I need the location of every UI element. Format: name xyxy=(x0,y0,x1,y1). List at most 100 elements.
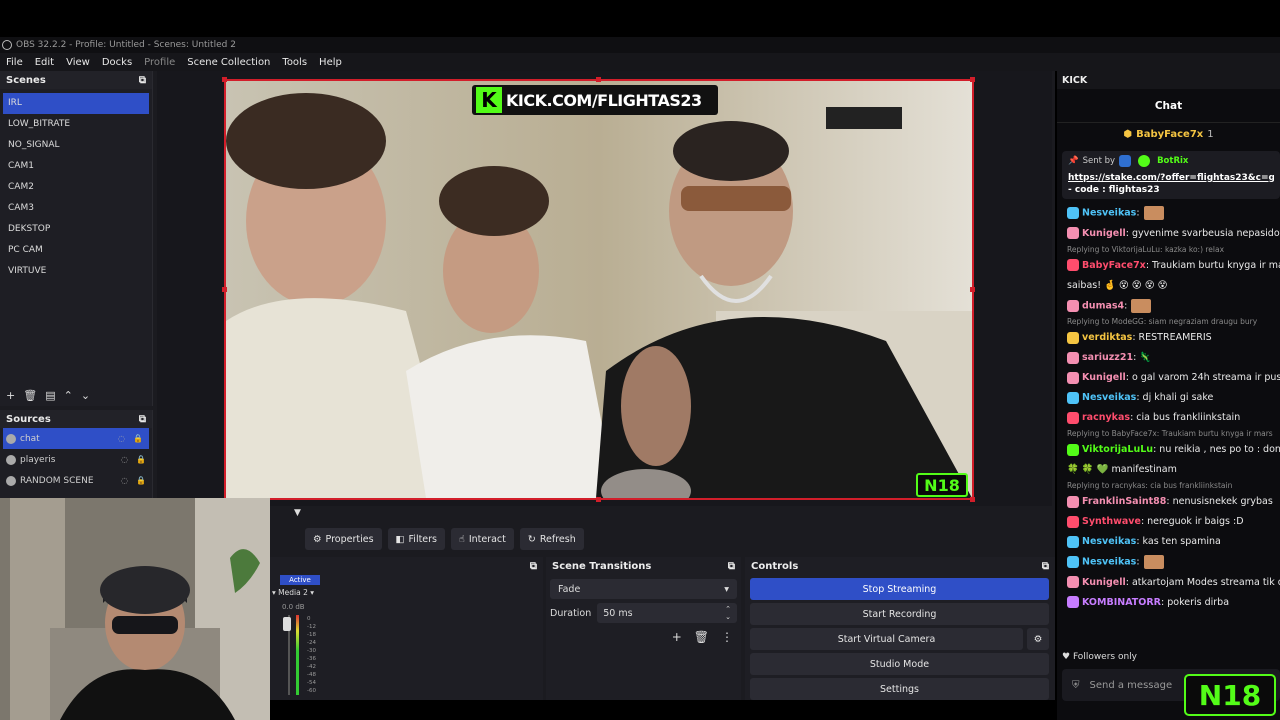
resize-handle[interactable] xyxy=(596,497,601,502)
chat-message[interactable]: dumas4: xyxy=(1057,296,1280,317)
chat-username[interactable]: dumas4 xyxy=(1082,300,1124,311)
add-scene-icon[interactable]: + xyxy=(6,389,15,402)
remove-scene-icon[interactable]: 🗑 xyxy=(23,389,37,402)
lock-icon[interactable]: 🔒 xyxy=(136,476,146,485)
virtual-camera-settings-icon[interactable]: ⚙ xyxy=(1027,628,1049,650)
resize-handle[interactable] xyxy=(222,287,227,292)
chat-message[interactable]: sariuzz21: 🦎 xyxy=(1057,348,1280,368)
chat-message[interactable]: Nesveikas: kas ten spamina xyxy=(1057,532,1280,552)
lock-icon[interactable]: 🔒 xyxy=(133,434,143,443)
properties-button[interactable]: ⚙ Properties xyxy=(305,528,382,550)
menu-view[interactable]: View xyxy=(60,57,96,68)
menu-scene-collection[interactable]: Scene Collection xyxy=(181,57,276,68)
chat-username[interactable]: sariuzz21 xyxy=(1082,352,1133,363)
volume-fader-handle[interactable] xyxy=(283,617,291,631)
chat-message[interactable]: ViktorijaLuLu: nu reikia , nes po to : d… xyxy=(1057,440,1280,460)
chat-username[interactable]: FranklinSaint88 xyxy=(1082,496,1166,507)
chat-username[interactable]: verdiktas xyxy=(1082,332,1132,343)
menu-file[interactable]: File xyxy=(0,57,29,68)
chat-username[interactable]: ViktorijaLuLu xyxy=(1082,444,1153,455)
scene-item-pc-cam[interactable]: PC CAM xyxy=(0,240,152,261)
scene-item-cam1[interactable]: CAM1 xyxy=(0,156,152,177)
resize-handle[interactable] xyxy=(970,287,975,292)
start-recording-button[interactable]: Start Recording xyxy=(750,603,1049,625)
add-transition-icon[interactable]: + xyxy=(672,630,682,644)
mixer-channel-name[interactable]: ▾ Media 2 ▾ xyxy=(272,588,314,597)
interact-button[interactable]: ☝ Interact xyxy=(451,528,514,550)
lock-icon[interactable]: 🔒 xyxy=(136,455,146,464)
filters-button[interactable]: ◧ Filters xyxy=(387,528,446,550)
source-item-playeris[interactable]: playeris ◌ 🔒 xyxy=(0,449,152,470)
chat-username[interactable]: racnykas xyxy=(1082,412,1130,423)
scene-item-low-bitrate[interactable]: LOW_BITRATE xyxy=(0,114,152,135)
duration-spinbox[interactable]: 50 ms ⌃ ⌄ xyxy=(597,603,737,623)
scene-filters-icon[interactable]: ▤ xyxy=(45,389,55,402)
source-item-random-scene[interactable]: RANDOM SCENE ◌ 🔒 xyxy=(0,470,152,491)
dropdown-arrow-icon[interactable]: ▼ xyxy=(294,508,301,518)
visibility-icon[interactable]: ◌ xyxy=(121,476,128,485)
chat-message[interactable]: KOMBINATORR: pokeris dirba xyxy=(1057,593,1280,613)
undock-icon[interactable]: ⧉ xyxy=(530,561,537,572)
chat-message[interactable]: Synthwave: nereguok ir baigs :D xyxy=(1057,512,1280,532)
menu-docks[interactable]: Docks xyxy=(96,57,138,68)
top-gifter[interactable]: ⬢ BabyFace7x 1 xyxy=(1057,123,1280,145)
scene-item-irl[interactable]: IRL xyxy=(3,93,149,114)
settings-button[interactable]: Settings xyxy=(750,678,1049,700)
stream-preview[interactable] xyxy=(224,79,974,500)
undock-icon[interactable]: ⧉ xyxy=(1042,561,1049,572)
chat-username[interactable]: Nesveikas xyxy=(1082,392,1136,403)
chat-username[interactable]: Kunigell xyxy=(1082,228,1126,239)
chat-username[interactable]: Nesveikas xyxy=(1082,557,1136,568)
chat-message[interactable]: Nesveikas: xyxy=(1057,203,1280,224)
move-down-icon[interactable]: ⌄ xyxy=(81,389,90,402)
chat-message[interactable]: verdiktas: RESTREAMERIS xyxy=(1057,328,1280,348)
chat-tab[interactable]: Chat xyxy=(1057,89,1280,123)
visibility-icon[interactable]: ◌ xyxy=(121,455,128,464)
chat-message[interactable]: FranklinSaint88: nenusisnekek grybas xyxy=(1057,492,1280,512)
resize-handle[interactable] xyxy=(596,77,601,82)
chat-message[interactable]: Kunigell: atkartojam Modes streama tik d… xyxy=(1057,573,1280,593)
chat-username[interactable]: Synthwave xyxy=(1082,516,1141,527)
visibility-icon[interactable]: ◌ xyxy=(118,434,125,443)
chat-username[interactable]: Kunigell xyxy=(1082,577,1126,588)
undock-icon[interactable]: ⧉ xyxy=(139,75,146,86)
move-up-icon[interactable]: ⌃ xyxy=(64,389,73,402)
undock-icon[interactable]: ⧉ xyxy=(728,561,735,572)
start-virtual-camera-button[interactable]: Start Virtual Camera xyxy=(750,628,1023,650)
stop-streaming-button[interactable]: Stop Streaming xyxy=(750,578,1049,600)
chat-message[interactable]: racnykas: cia bus frankliinkstain xyxy=(1057,408,1280,428)
scene-item-cam2[interactable]: CAM2 xyxy=(0,177,152,198)
chat-username[interactable]: Kunigell xyxy=(1082,372,1126,383)
menu-help[interactable]: Help xyxy=(313,57,348,68)
transition-select[interactable]: Fade ▾ xyxy=(550,579,737,599)
scene-item-dekstop[interactable]: DEKSTOP xyxy=(0,219,152,240)
chat-message[interactable]: Kunigell: o gal varom 24h streama ir pus… xyxy=(1057,368,1280,388)
studio-mode-button[interactable]: Studio Mode xyxy=(750,653,1049,675)
scene-item-virtuve[interactable]: VIRTUVE xyxy=(0,261,152,282)
undock-icon[interactable]: ⧉ xyxy=(139,414,146,425)
menu-profile[interactable]: Profile xyxy=(138,57,181,68)
resize-handle[interactable] xyxy=(970,497,975,502)
spin-arrows-icon[interactable]: ⌃ ⌄ xyxy=(725,605,731,621)
chat-message[interactable]: saibas! 🤞 😵 😵 😵 😵 xyxy=(1057,276,1280,296)
chat-message[interactable]: Nesveikas: xyxy=(1057,552,1280,573)
chat-username[interactable]: KOMBINATORR xyxy=(1082,597,1161,608)
resize-handle[interactable] xyxy=(970,77,975,82)
chat-username[interactable]: BabyFace7x xyxy=(1082,260,1146,271)
refresh-button[interactable]: ↻ Refresh xyxy=(519,528,584,550)
scene-item-cam3[interactable]: CAM3 xyxy=(0,198,152,219)
chat-message[interactable]: 🍀 🍀 💚 manifestinam xyxy=(1057,460,1280,480)
pinned-link[interactable]: https://stake.com/?offer=flightas23&c=gC… xyxy=(1068,173,1274,183)
menu-tools[interactable]: Tools xyxy=(276,57,313,68)
resize-handle[interactable] xyxy=(222,77,227,82)
chat-message[interactable]: Kunigell: gyvenime svarbeusia nepasidoti xyxy=(1057,224,1280,244)
remove-transition-icon[interactable]: 🗑 xyxy=(694,630,709,644)
scene-item-no-signal[interactable]: NO_SIGNAL xyxy=(0,135,152,156)
source-item-chat[interactable]: chat ◌ 🔒 xyxy=(3,428,149,449)
menu-edit[interactable]: Edit xyxy=(29,57,60,68)
more-options-icon[interactable]: ⋮ xyxy=(721,630,733,644)
chat-message[interactable]: Nesveikas: dj khali gi sake xyxy=(1057,388,1280,408)
pinned-message[interactable]: 📌 Sent by BotRix https://stake.com/?offe… xyxy=(1062,151,1280,199)
chat-username[interactable]: Nesveikas xyxy=(1082,536,1136,547)
chat-username[interactable]: Nesveikas xyxy=(1082,208,1136,219)
